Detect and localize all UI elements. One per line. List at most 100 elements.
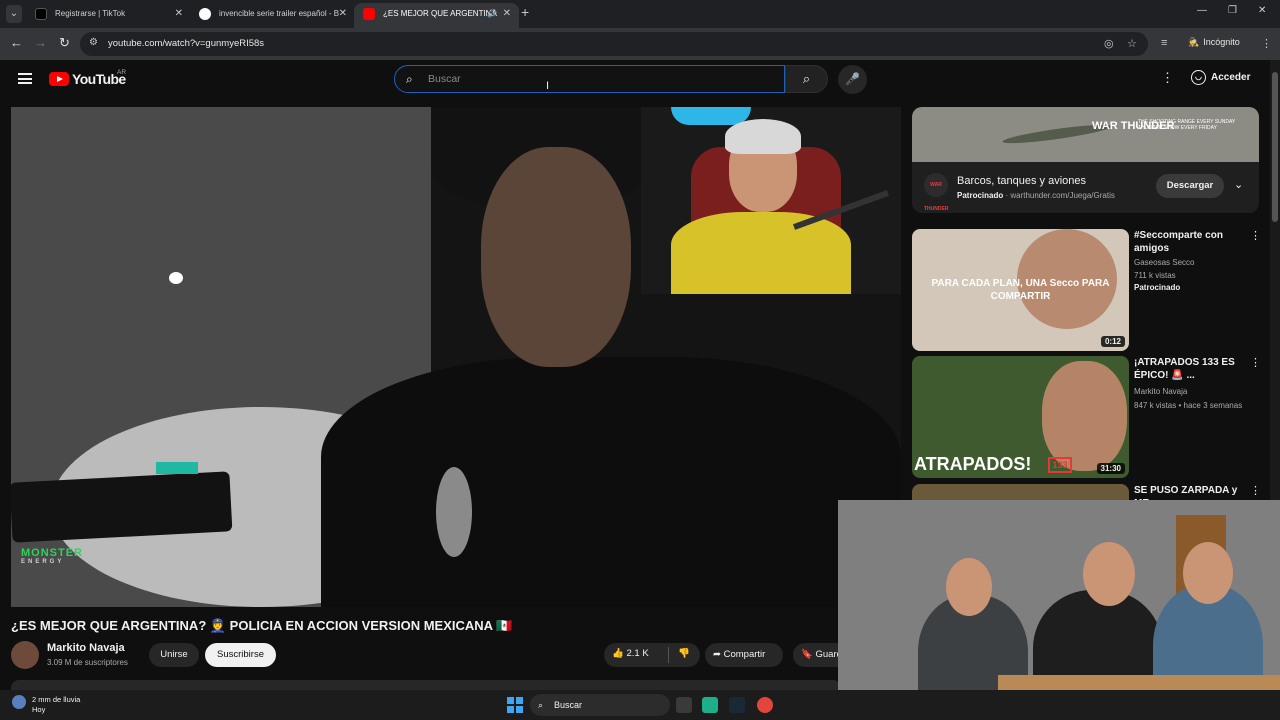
recommendation-item[interactable]: PARA CADA PLAN, UNA Secco PARA COMPARTIR…: [912, 229, 1267, 351]
monster-energy-logo: MONSTER ENERGY: [21, 547, 83, 565]
weather-icon: [12, 695, 26, 709]
browser-menu-icon[interactable]: ⋮: [1261, 37, 1272, 50]
ad-title[interactable]: Barcos, tanques y aviones: [957, 175, 1086, 187]
chrome-icon[interactable]: [757, 697, 773, 713]
recommendation-item[interactable]: ATRAPADOS! 133 31:30 ¡ATRAPADOS 133 ES É…: [912, 356, 1267, 478]
url-text: youtube.com/watch?v=gunmyeRI58s: [108, 38, 265, 49]
media-controls-icon[interactable]: ≡: [1161, 37, 1167, 49]
ad-banner-image[interactable]: WAR THUNDER THE SHOOTING RANGE EVERY SUN…: [912, 107, 1259, 162]
subscriber-count: 3.09 M de suscriptores: [47, 658, 128, 667]
speaker-icon[interactable]: 🔊: [487, 3, 497, 25]
browser-tab-strip: ⌄ Registrarse | TikTok ✕ invencible seri…: [0, 0, 1280, 28]
like-dislike-group: 👍 2.1 K 👎: [604, 643, 700, 667]
video-officer-face: [481, 147, 631, 367]
chevron-down-icon[interactable]: ⌄: [1234, 178, 1243, 191]
tab-title: invencible serie trailer español - B: [219, 9, 340, 18]
weather-line2: Hoy: [32, 705, 46, 714]
google-icon: [199, 8, 211, 20]
settings-menu-icon[interactable]: ⋮: [1161, 70, 1174, 86]
weather-line1: 2 mm de lluvia: [32, 695, 81, 704]
close-tab-icon[interactable]: ✕: [503, 3, 511, 25]
voice-search-icon[interactable]: 🎤: [838, 65, 867, 94]
minimize-icon[interactable]: —: [1197, 5, 1207, 16]
text-cursor-icon: I: [546, 80, 550, 92]
more-options-icon[interactable]: ⋮: [1250, 229, 1261, 242]
recommendation-views-age: 847 k vistas • hace 3 semanas: [1134, 401, 1243, 410]
close-tab-icon[interactable]: ✕: [175, 3, 183, 25]
search-input[interactable]: ⌕ Buscar: [394, 65, 785, 93]
tab-google[interactable]: invencible serie trailer español - B ✕: [190, 3, 355, 28]
share-label: Compartir: [723, 649, 766, 660]
like-count: 2.1 K: [626, 648, 649, 659]
scrollbar-thumb[interactable]: [1272, 72, 1278, 222]
close-window-icon[interactable]: ✕: [1258, 5, 1266, 16]
join-button[interactable]: Unirse: [149, 643, 199, 667]
address-bar[interactable]: ⚙ youtube.com/watch?v=gunmyeRI58s: [80, 32, 1148, 56]
tab-youtube[interactable]: ¿ES MEJOR QUE ARGENTINA 🔊 ✕: [354, 3, 519, 28]
reaction-webcam-overlay: [838, 500, 1280, 720]
webcam-streamer-hair: [725, 119, 801, 154]
video-player[interactable]: MONSTER ENERGY: [11, 107, 901, 607]
sponsor-accent: [156, 462, 198, 474]
youtube-logo-icon[interactable]: [49, 72, 69, 86]
signin-button[interactable]: ◡ Acceder: [1191, 70, 1250, 85]
restore-icon[interactable]: ❐: [1228, 5, 1237, 16]
site-info-icon[interactable]: ⚙: [89, 37, 98, 48]
recommendation-channel[interactable]: Gaseosas Secco: [1134, 258, 1194, 267]
search-icon: ⌕: [406, 72, 413, 86]
overlay-face-center: [1083, 542, 1135, 606]
thumbs-down-icon[interactable]: 👎: [678, 648, 690, 659]
search-icon: ⌕: [538, 700, 544, 710]
more-options-icon[interactable]: ⋮: [1250, 356, 1261, 369]
sponsored-label: Patrocinado: [1134, 283, 1181, 292]
new-tab-button[interactable]: +: [521, 4, 529, 20]
windows-start-icon[interactable]: [507, 697, 523, 713]
app-icon[interactable]: [702, 697, 718, 713]
menu-icon[interactable]: [18, 73, 32, 84]
search-placeholder: Buscar: [428, 73, 461, 85]
thumbnail-person: [1042, 361, 1127, 471]
sponsor-strip: [11, 471, 233, 543]
like-button[interactable]: 👍 2.1 K: [612, 648, 649, 659]
thumbnail-episode-number: 133: [1048, 457, 1072, 473]
reload-icon[interactable]: ↻: [59, 35, 70, 51]
video-thumbnail[interactable]: ATRAPADOS! 133 31:30: [912, 356, 1129, 478]
more-options-icon[interactable]: ⋮: [1250, 484, 1261, 497]
ad-domain: warthunder.com/Juega/Gratis: [1010, 191, 1115, 200]
ad-banner-small-text: THE SHOOTING RANGE EVERY SUNDAY THUNDER …: [1138, 119, 1236, 131]
tab-tiktok[interactable]: Registrarse | TikTok ✕: [26, 3, 191, 28]
incognito-icon: 🕵: [1188, 37, 1200, 47]
back-icon[interactable]: ←: [10, 35, 23, 50]
browser-toolbar: ← → ↻ ⚙ youtube.com/watch?v=gunmyeRI58s …: [0, 28, 1280, 60]
video-thumbnail[interactable]: PARA CADA PLAN, UNA Secco PARA COMPARTIR…: [912, 229, 1129, 351]
page-scrollbar[interactable]: [1270, 60, 1280, 500]
recommendation-title[interactable]: ¡ATRAPADOS 133 ES ÉPICO! 🚨 ...: [1134, 356, 1246, 382]
tab-title: ¿ES MEJOR QUE ARGENTINA: [383, 9, 497, 18]
download-button[interactable]: Descargar: [1156, 174, 1224, 198]
recommendation-title[interactable]: #Seccomparte con amigos: [1134, 229, 1246, 255]
channel-name[interactable]: Markito Navaja: [47, 642, 125, 654]
close-tab-icon[interactable]: ✕: [339, 3, 347, 25]
eye-off-icon[interactable]: ◎: [1104, 37, 1114, 50]
recommendation-age: hace 3 semanas: [1183, 401, 1243, 410]
subscribe-button[interactable]: Suscribirse: [205, 643, 276, 667]
task-view-icon[interactable]: [676, 697, 692, 713]
tab-title: Registrarse | TikTok: [55, 9, 126, 18]
share-button[interactable]: ➦ Compartir: [705, 643, 783, 667]
recommendation-views: 847 k vistas: [1134, 401, 1177, 410]
channel-avatar[interactable]: [11, 641, 39, 669]
tab-search-button[interactable]: ⌄: [6, 5, 22, 23]
forward-icon[interactable]: →: [34, 35, 47, 50]
youtube-icon: [363, 8, 375, 20]
country-code: AR: [117, 69, 127, 76]
steam-icon[interactable]: [729, 697, 745, 713]
thumbnail-text: ATRAPADOS!: [914, 454, 1032, 474]
taskbar-search-label: Buscar: [554, 700, 583, 710]
bookmark-star-icon[interactable]: ☆: [1127, 37, 1137, 50]
recommendation-channel[interactable]: Markito Navaja: [1134, 387, 1187, 396]
taskbar-search[interactable]: ⌕ Buscar: [530, 694, 670, 716]
search-button[interactable]: ⌕: [785, 65, 828, 93]
monster-logo-text: MONSTER: [21, 547, 83, 559]
incognito-indicator[interactable]: 🕵 Incógnito: [1188, 37, 1240, 48]
sponsored-ad-card[interactable]: WAR THUNDER THE SHOOTING RANGE EVERY SUN…: [912, 107, 1259, 213]
